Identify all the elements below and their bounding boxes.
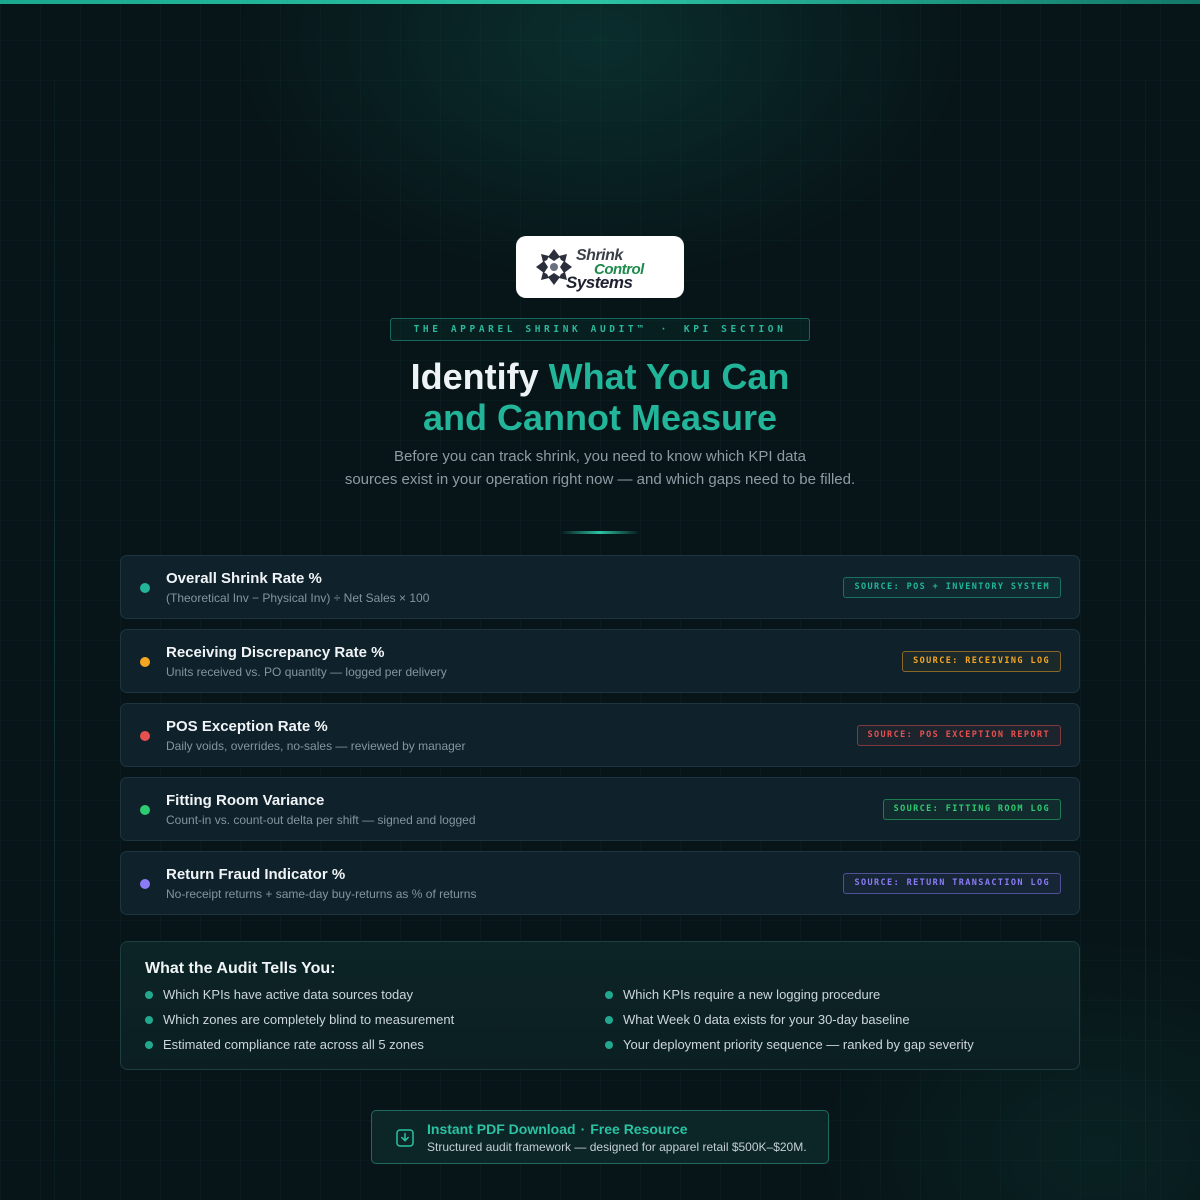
frame-line-right [1145, 80, 1146, 1200]
kpi-list: Overall Shrink Rate % (Theoretical Inv −… [120, 555, 1080, 925]
kpi-description: No-receipt returns + same-day buy-return… [166, 887, 477, 901]
kpi-source-badge: SOURCE: RETURN TRANSACTION LOG [843, 873, 1061, 894]
audit-column-right: Which KPIs require a new logging procedu… [605, 986, 974, 1061]
kpi-card-fitting-room[interactable]: Fitting Room Variance Count-in vs. count… [120, 777, 1080, 841]
title-part-3: and Cannot Measure [422, 397, 778, 438]
kpi-title: POS Exception Rate % [166, 718, 328, 735]
section-divider [560, 531, 640, 534]
audit-item-text: Which KPIs require a new logging procedu… [623, 987, 881, 1002]
page-subtitle: Before you can track shrink, you need to… [300, 445, 900, 491]
cta-subtitle: Structured audit framework — designed fo… [427, 1140, 807, 1154]
bullet-dot-icon [605, 1016, 613, 1024]
pdf-download-button[interactable]: Instant PDF Download · Free Resource Struc… [371, 1110, 829, 1164]
cta-separator: · [580, 1121, 586, 1137]
kpi-card-pos-exception[interactable]: POS Exception Rate % Daily voids, overri… [120, 703, 1080, 767]
audit-list-item: Which zones are completely blind to meas… [145, 1011, 454, 1036]
kpi-card-shrink-rate[interactable]: Overall Shrink Rate % (Theoretical Inv −… [120, 555, 1080, 619]
kpi-source-badge: SOURCE: RECEIVING LOG [902, 651, 1061, 672]
cta-title-left: Instant PDF Download [427, 1121, 576, 1137]
audit-item-text: Your deployment priority sequence — rank… [623, 1037, 974, 1052]
audit-item-text: Estimated compliance rate across all 5 z… [163, 1037, 424, 1052]
subtitle-line-2: sources exist in your operation right no… [344, 471, 856, 488]
kpi-source-badge: SOURCE: POS + INVENTORY SYSTEM [843, 577, 1061, 598]
kpi-title: Fitting Room Variance [166, 792, 325, 809]
audit-list-item: Which KPIs have active data sources toda… [145, 986, 454, 1011]
kpi-status-dot [140, 657, 150, 667]
subtitle-line-1: Before you can track shrink, you need to… [394, 448, 806, 465]
kpi-title: Receiving Discrepancy Rate % [166, 644, 385, 661]
audit-title: What the Audit Tells You: [145, 960, 336, 977]
audit-list-item: Your deployment priority sequence — rank… [605, 1036, 974, 1061]
audit-column-left: Which KPIs have active data sources toda… [145, 986, 454, 1061]
kpi-title: Return Fraud Indicator % [166, 866, 346, 883]
audit-item-text: Which KPIs have active data sources toda… [163, 987, 414, 1002]
eyebrow-right: KPI SECTION [683, 324, 787, 335]
kpi-description: Units received vs. PO quantity — logged … [166, 665, 447, 679]
bullet-dot-icon [605, 991, 613, 999]
title-part-2: What You Can [548, 356, 790, 397]
page-title: Identify What You Can and Cannot Measure [300, 356, 900, 438]
kpi-source-badge: SOURCE: FITTING ROOM LOG [882, 799, 1061, 820]
kpi-title: Overall Shrink Rate % [166, 570, 322, 587]
cta-title-right: Free Resource [590, 1121, 688, 1137]
audit-list-item: Estimated compliance rate across all 5 z… [145, 1036, 454, 1061]
kpi-card-return-fraud[interactable]: Return Fraud Indicator % No-receipt retu… [120, 851, 1080, 915]
kpi-status-dot [140, 731, 150, 741]
brand-line-3: Systems [566, 273, 633, 292]
audit-list-item: Which KPIs require a new logging procedu… [605, 986, 974, 1011]
brand-logo[interactable]: Shrink Control Systems [516, 236, 684, 298]
bullet-dot-icon [145, 1016, 153, 1024]
title-part-1: Identify [410, 356, 549, 397]
eyebrow-left: THE APPAREL SHRINK AUDIT™ [413, 324, 647, 335]
kpi-status-dot [140, 879, 150, 889]
kpi-description: Daily voids, overrides, no-sales — revie… [166, 739, 466, 753]
audit-list-item: What Week 0 data exists for your 30-day … [605, 1011, 974, 1036]
kpi-description: (Theoretical Inv − Physical Inv) ÷ Net S… [166, 591, 430, 605]
kpi-card-receiving-discrepancy[interactable]: Receiving Discrepancy Rate % Units recei… [120, 629, 1080, 693]
top-accent-bar [0, 0, 1200, 4]
audit-summary-box: What the Audit Tells You: Which KPIs hav… [120, 941, 1080, 1070]
eyebrow-separator: · [660, 324, 670, 335]
kpi-status-dot [140, 583, 150, 593]
kpi-source-badge: SOURCE: POS EXCEPTION REPORT [856, 725, 1061, 746]
eyebrow-label: THE APPAREL SHRINK AUDIT™ · KPI SECTION [390, 318, 810, 341]
bullet-dot-icon [145, 991, 153, 999]
kpi-description: Count-in vs. count-out delta per shift —… [166, 813, 476, 827]
audit-item-text: Which zones are completely blind to meas… [163, 1012, 455, 1027]
kpi-status-dot [140, 805, 150, 815]
bullet-dot-icon [605, 1041, 613, 1049]
bullet-dot-icon [145, 1041, 153, 1049]
download-icon [396, 1129, 414, 1147]
cta-title: Instant PDF Download · Free Resource [427, 1121, 688, 1137]
frame-line-left [54, 80, 55, 1200]
audit-item-text: What Week 0 data exists for your 30-day … [623, 1012, 910, 1027]
brand-wordmark: Shrink Control Systems [566, 244, 684, 292]
